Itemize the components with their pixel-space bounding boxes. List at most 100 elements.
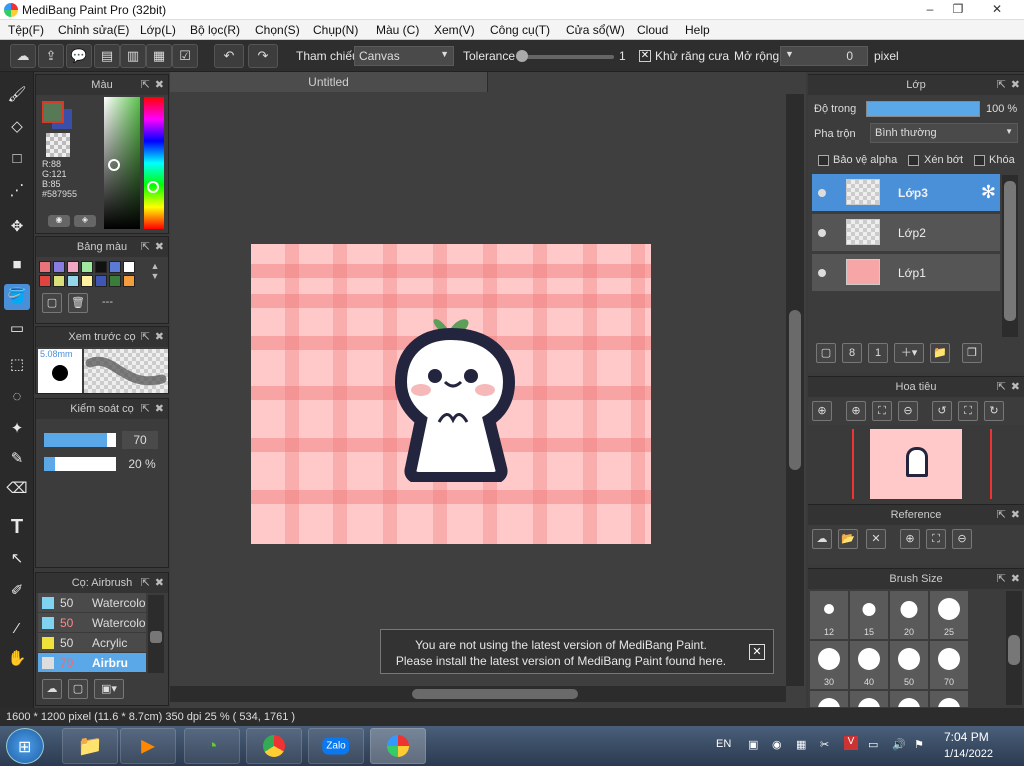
open-folder-icon[interactable]: 📂 [838, 529, 858, 549]
move-icon[interactable]: ✥ [4, 214, 30, 240]
brush-size-option[interactable]: 20 [890, 591, 928, 639]
transparent-color-swatch[interactable] [46, 133, 70, 157]
select-eraser-icon[interactable]: ⌫ [4, 476, 30, 502]
brush-size-option[interactable]: 25 [930, 591, 968, 639]
layer-opacity-slider[interactable] [866, 101, 980, 117]
fit-screen-icon[interactable]: ⛶ [872, 401, 892, 421]
close-icon[interactable]: ✖ [155, 75, 164, 95]
palette-scroll[interactable]: ▲ ▼ [146, 261, 164, 287]
palette-swatch[interactable] [109, 275, 121, 287]
gradient-icon[interactable]: ▭ [4, 316, 30, 342]
menu-capture[interactable]: Chụp(N) [313, 23, 358, 37]
zoom-out-icon[interactable]: ⊖ [898, 401, 918, 421]
menu-file[interactable]: Tệp(F) [8, 23, 44, 37]
brush-size-scroll-thumb[interactable] [1008, 635, 1020, 665]
hand-icon[interactable]: ✋ [4, 646, 30, 672]
cloud-save-icon[interactable]: ☁ [10, 44, 36, 68]
close-icon[interactable]: ✖ [1011, 505, 1020, 525]
menu-window[interactable]: Cửa sổ(W) [566, 23, 625, 37]
share-icon[interactable]: ⇪ [38, 44, 64, 68]
select-pen-icon[interactable]: ✎ [4, 446, 30, 472]
lock-checkbox[interactable] [974, 155, 985, 166]
rotate-left-icon[interactable]: ↺ [932, 401, 952, 421]
menu-filter[interactable]: Bộ lọc(R) [190, 23, 240, 37]
menu-view[interactable]: Xem(V) [434, 23, 475, 37]
brush-list-scrollbar[interactable] [148, 595, 164, 673]
palette-swatch[interactable] [123, 275, 135, 287]
tolerance-slider-handle[interactable] [516, 50, 528, 62]
brush-size-scrollbar[interactable] [1006, 591, 1022, 705]
maximize-button[interactable]: ❐ [944, 0, 972, 18]
eye-icon[interactable] [818, 189, 826, 197]
close-icon[interactable]: ✖ [1011, 377, 1020, 397]
palette-swatch[interactable] [53, 261, 65, 273]
layer-item[interactable]: Lớp2 [812, 214, 1000, 252]
brush-list-item[interactable]: 50 Acrylic [38, 633, 146, 653]
palette-swatch[interactable] [39, 261, 51, 273]
clock-date[interactable]: 1/14/2022 [944, 748, 993, 760]
artwork-canvas[interactable] [251, 244, 651, 544]
popout-icon[interactable]: ⇱ [141, 75, 150, 95]
blend-mode-select[interactable]: Bình thường ▼ [870, 123, 1018, 143]
network-icon[interactable]: ▭ [868, 738, 878, 751]
popout-icon[interactable]: ⇱ [997, 75, 1006, 95]
text-icon[interactable]: T [4, 514, 30, 540]
hue-slider[interactable] [144, 97, 164, 229]
brush-list-item[interactable]: 70 Airbru [38, 653, 146, 673]
palette-swatch[interactable] [109, 261, 121, 273]
clipping-checkbox[interactable] [908, 155, 919, 166]
magic-wand-icon[interactable]: ✦ [4, 416, 30, 442]
popout-icon[interactable]: ⇱ [997, 569, 1006, 589]
palette-swatch[interactable] [95, 261, 107, 273]
speech-icon[interactable]: ▤ [94, 44, 120, 68]
menu-select[interactable]: Chọn(S) [255, 23, 300, 37]
fill-shape-icon[interactable]: ■ [4, 252, 30, 278]
expand-input[interactable]: ▼ 0 [780, 46, 868, 66]
close-icon[interactable]: ✖ [1011, 569, 1020, 589]
saturation-value-field[interactable] [104, 97, 140, 229]
tray-discord-icon[interactable]: ◉ [772, 738, 782, 751]
start-button[interactable]: ⊞ [6, 728, 44, 764]
color-wheel-button[interactable]: ◉ [48, 215, 70, 227]
palette-swatch[interactable] [39, 275, 51, 287]
file-explorer-taskbar[interactable]: 📁 [62, 728, 118, 764]
update-notification[interactable]: You are not using the latest version of … [380, 629, 774, 674]
coccoc-taskbar[interactable]: ◔ [184, 728, 240, 764]
page-manage-icon[interactable]: ▦ [146, 44, 172, 68]
gear-icon[interactable]: ✻ [981, 182, 996, 203]
protect-alpha-checkbox[interactable] [818, 155, 829, 166]
chrome-taskbar[interactable] [246, 728, 302, 764]
tolerance-slider[interactable] [516, 50, 614, 62]
brush-size-option[interactable]: 30 [810, 641, 848, 689]
palette-swatch[interactable] [53, 275, 65, 287]
brush-opacity-slider[interactable] [44, 457, 116, 471]
lasso-icon[interactable]: ◌ [4, 384, 30, 410]
brush-size-input[interactable]: 70 [122, 431, 158, 449]
navigator-preview[interactable] [808, 425, 1024, 501]
brush-size-option[interactable]: 40 [850, 641, 888, 689]
canvas-vertical-scrollbar[interactable] [786, 94, 804, 686]
menu-cloud[interactable]: Cloud [637, 23, 668, 37]
dot-line-icon[interactable]: ⋰ [4, 178, 30, 204]
popout-icon[interactable]: ⇱ [997, 377, 1006, 397]
menu-help[interactable]: Help [685, 23, 710, 37]
bucket-icon[interactable]: 🪣 [4, 284, 30, 310]
eraser-icon[interactable]: ◇ [4, 114, 30, 140]
undo-icon[interactable]: ↶ [214, 44, 244, 68]
popout-icon[interactable]: ⇱ [141, 573, 150, 593]
new-palette-icon[interactable]: ▢ [42, 293, 62, 313]
new-1bit-layer-icon[interactable]: 1 [868, 343, 888, 363]
eye-icon[interactable] [818, 229, 826, 237]
canvas-hscroll-thumb[interactable] [412, 689, 578, 699]
tray-v-icon[interactable]: V [844, 736, 858, 750]
popout-icon[interactable]: ⇱ [141, 327, 150, 347]
palette-swatch[interactable] [81, 261, 93, 273]
popout-icon[interactable]: ⇱ [141, 399, 150, 419]
document-tab[interactable]: Untitled [170, 72, 488, 92]
new-brush-icon[interactable]: ▢ [68, 679, 88, 699]
select-rect-icon[interactable]: ⬚ [4, 352, 30, 378]
new-folder-icon[interactable]: 📁 [930, 343, 950, 363]
brush-size-option[interactable]: 50 [890, 641, 928, 689]
hue-slider-handle[interactable] [147, 181, 159, 193]
close-icon[interactable]: ✖ [155, 399, 164, 419]
